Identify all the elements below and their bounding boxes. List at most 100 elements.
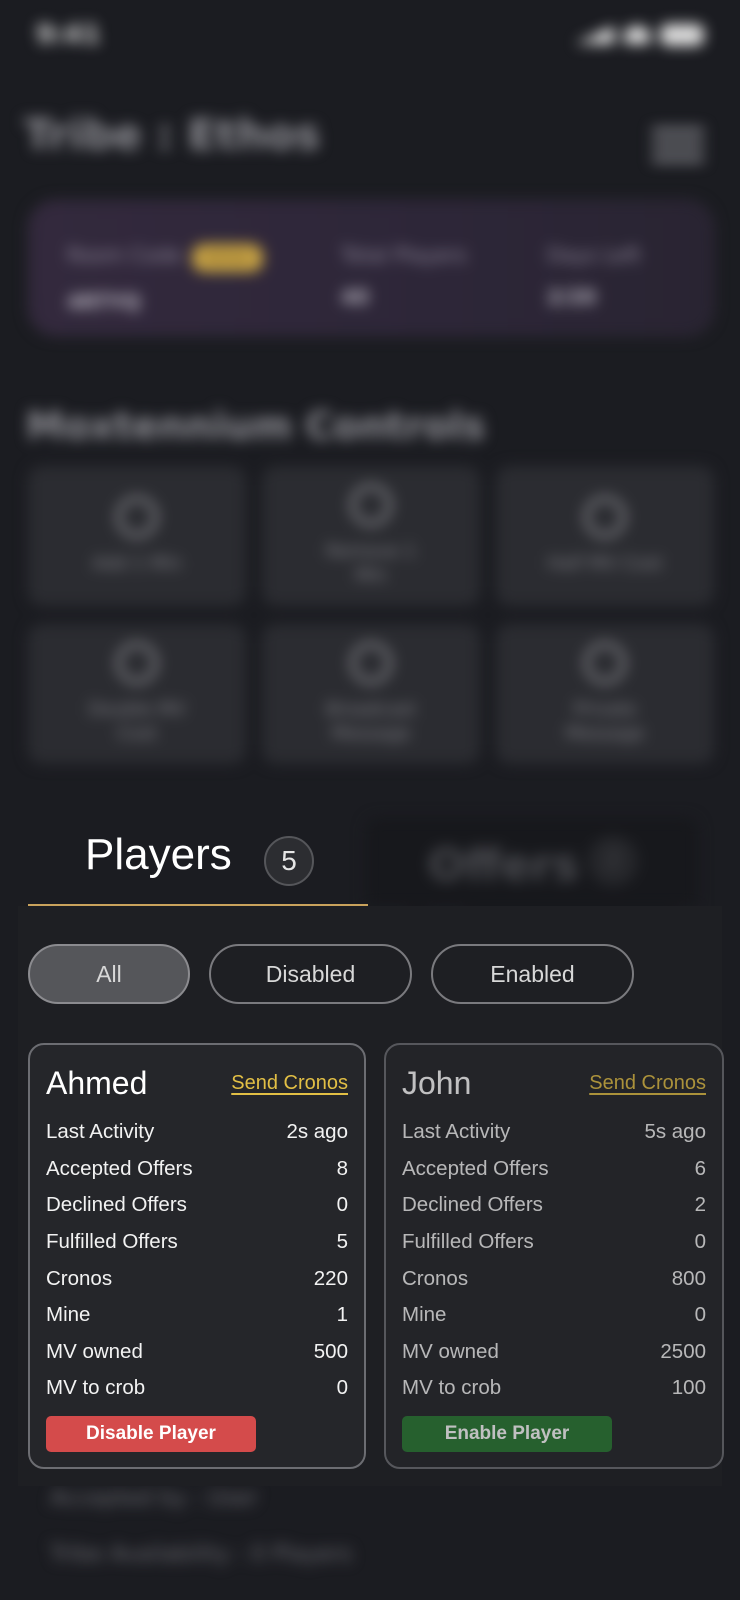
filter-disabled[interactable]: Disabled	[209, 944, 412, 1004]
stat-value: 0	[336, 1193, 348, 1217]
stat-label: Mine	[46, 1303, 91, 1327]
control-add-min[interactable]: Add 1 Min	[28, 466, 246, 606]
tab-players-label: Players	[85, 830, 232, 879]
offer-tribe-availability: Tribe Availability : 0 Players	[50, 1542, 353, 1567]
controls-grid: Add 1 Min Remove 1 Min Half MV Cost Doub…	[28, 466, 714, 764]
stat-label: MV owned	[46, 1339, 143, 1363]
status-time: 9:41	[36, 20, 101, 50]
player-card-ahmed: Ahmed Send Cronos Last Activity 2s ago Ac…	[28, 1043, 366, 1469]
menu-icon[interactable]	[652, 128, 704, 168]
stat-row: Last Activity 2s ago	[46, 1114, 348, 1151]
enable-player-button[interactable]: Enable Player	[402, 1416, 612, 1452]
stat-row: Accepted Offers 8	[46, 1151, 348, 1188]
control-label: Half MV Cost	[547, 553, 663, 574]
stat-row: Accepted Offers 6	[402, 1151, 706, 1188]
stat-value: 100	[671, 1376, 706, 1400]
status-icons	[574, 24, 704, 46]
disable-player-button[interactable]: Disable Player	[46, 1416, 256, 1452]
stat-row: MV owned 500	[46, 1334, 348, 1371]
stat-row: MV to crob 0	[46, 1370, 348, 1407]
player-stats: Last Activity 5s ago Accepted Offers 6 Dec…	[402, 1114, 706, 1407]
stat-label: Accepted Offers	[402, 1156, 549, 1180]
stat-value: 500	[313, 1339, 348, 1363]
tab-players[interactable]: Players 5	[28, 820, 368, 906]
room-code-label: Room Code	[67, 243, 182, 267]
stat-row: Mine 0	[402, 1297, 706, 1334]
control-remove-min[interactable]: Remove 1 Min	[262, 466, 480, 606]
stat-label: Last Activity	[46, 1120, 155, 1144]
room-code-value: 4RTYQ	[67, 290, 141, 314]
stat-row: Cronos 220	[46, 1260, 348, 1297]
broadcast-icon	[350, 642, 392, 684]
status-badge: Active	[191, 244, 263, 272]
stat-label: Declined Offers	[402, 1193, 543, 1217]
stat-row: Declined Offers 0	[46, 1187, 348, 1224]
player-card-john: John Send Cronos Last Activity 5s ago Acc…	[384, 1043, 724, 1469]
stat-row: Last Activity 5s ago	[402, 1114, 706, 1151]
stat-row: Declined Offers 2	[402, 1187, 706, 1224]
player-stats: Last Activity 2s ago Accepted Offers 8 Dec…	[46, 1114, 348, 1407]
stat-label: MV owned	[402, 1339, 499, 1363]
stat-value: 1	[336, 1303, 348, 1327]
stat-label: Cronos	[46, 1266, 113, 1290]
days-left-value: 2/20	[547, 285, 597, 309]
stat-row: MV to crob 100	[402, 1370, 706, 1407]
stat-row: Fulfilled Offers 5	[46, 1224, 348, 1261]
message-icon	[584, 642, 626, 684]
stat-value: 8	[336, 1156, 348, 1180]
stat-label: Accepted Offers	[46, 1156, 193, 1180]
signal-icon	[574, 26, 614, 44]
total-players-value: 40	[341, 285, 369, 309]
filter-enabled[interactable]: Enabled	[431, 944, 634, 1004]
battery-icon	[660, 24, 704, 46]
stat-label: MV to crob	[402, 1376, 502, 1400]
minus-icon	[350, 484, 392, 526]
send-cronos-link[interactable]: Send Cronos	[589, 1072, 706, 1095]
room-stats-card: Room Code Active 4RTYQ Total Players 40 D…	[28, 200, 714, 336]
stat-value: 2500	[660, 1339, 706, 1363]
stat-value: 5s ago	[644, 1120, 706, 1144]
control-label: Broadcast Message	[325, 699, 417, 744]
send-cronos-link[interactable]: Send Cronos	[231, 1072, 348, 1095]
control-half-mv[interactable]: Half MV Cost	[496, 466, 714, 606]
control-label: Private Message	[565, 699, 645, 744]
control-private-message[interactable]: Private Message	[496, 624, 714, 764]
stat-value: 6	[694, 1156, 706, 1180]
stat-room-code: Room Code Active 4RTYQ	[67, 243, 263, 314]
offer-accepted-by: Accepted by : User	[50, 1486, 259, 1511]
stat-label: Last Activity	[402, 1120, 511, 1144]
stat-value: 800	[671, 1266, 706, 1290]
control-label: Remove 1 Min	[325, 541, 417, 586]
control-broadcast[interactable]: Broadcast Message	[262, 624, 480, 764]
stat-value: 2	[694, 1193, 706, 1217]
stat-days-left: Days Left 2/20	[547, 243, 641, 309]
stat-label: Mine	[402, 1303, 447, 1327]
filter-all[interactable]: All	[28, 944, 190, 1004]
stat-row: Fulfilled Offers 0	[402, 1224, 706, 1261]
control-double-mv[interactable]: Double MV Cost	[28, 624, 246, 764]
plus-icon	[116, 496, 158, 538]
stat-label: Cronos	[402, 1266, 469, 1290]
stat-value: 2s ago	[286, 1120, 348, 1144]
stat-row: MV owned 2500	[402, 1334, 706, 1371]
tab-offers[interactable]: Offers 2	[366, 818, 698, 906]
stat-value: 5	[336, 1230, 348, 1254]
status-bar: 9:41	[36, 20, 704, 50]
control-label: Double MV Cost	[88, 699, 186, 744]
stat-label: Declined Offers	[46, 1193, 187, 1217]
page-title: Tribe : Ethos	[24, 110, 321, 159]
total-players-label: Total Players	[341, 243, 467, 267]
stat-total-players: Total Players 40	[341, 243, 467, 309]
chart-icon	[116, 642, 158, 684]
stat-value: 0	[694, 1303, 706, 1327]
player-name: John	[402, 1064, 472, 1101]
stat-label: MV to crob	[46, 1376, 146, 1400]
stat-value: 0	[336, 1376, 348, 1400]
stat-label: Fulfilled Offers	[402, 1230, 534, 1254]
stat-row: Mine 1	[46, 1297, 348, 1334]
control-label: Add 1 Min	[92, 553, 182, 574]
tab-offers-label: Offers	[428, 840, 579, 891]
controls-title: Moxtennium Controls	[26, 404, 486, 448]
wifi-icon	[624, 26, 650, 44]
player-name: Ahmed	[46, 1064, 148, 1101]
